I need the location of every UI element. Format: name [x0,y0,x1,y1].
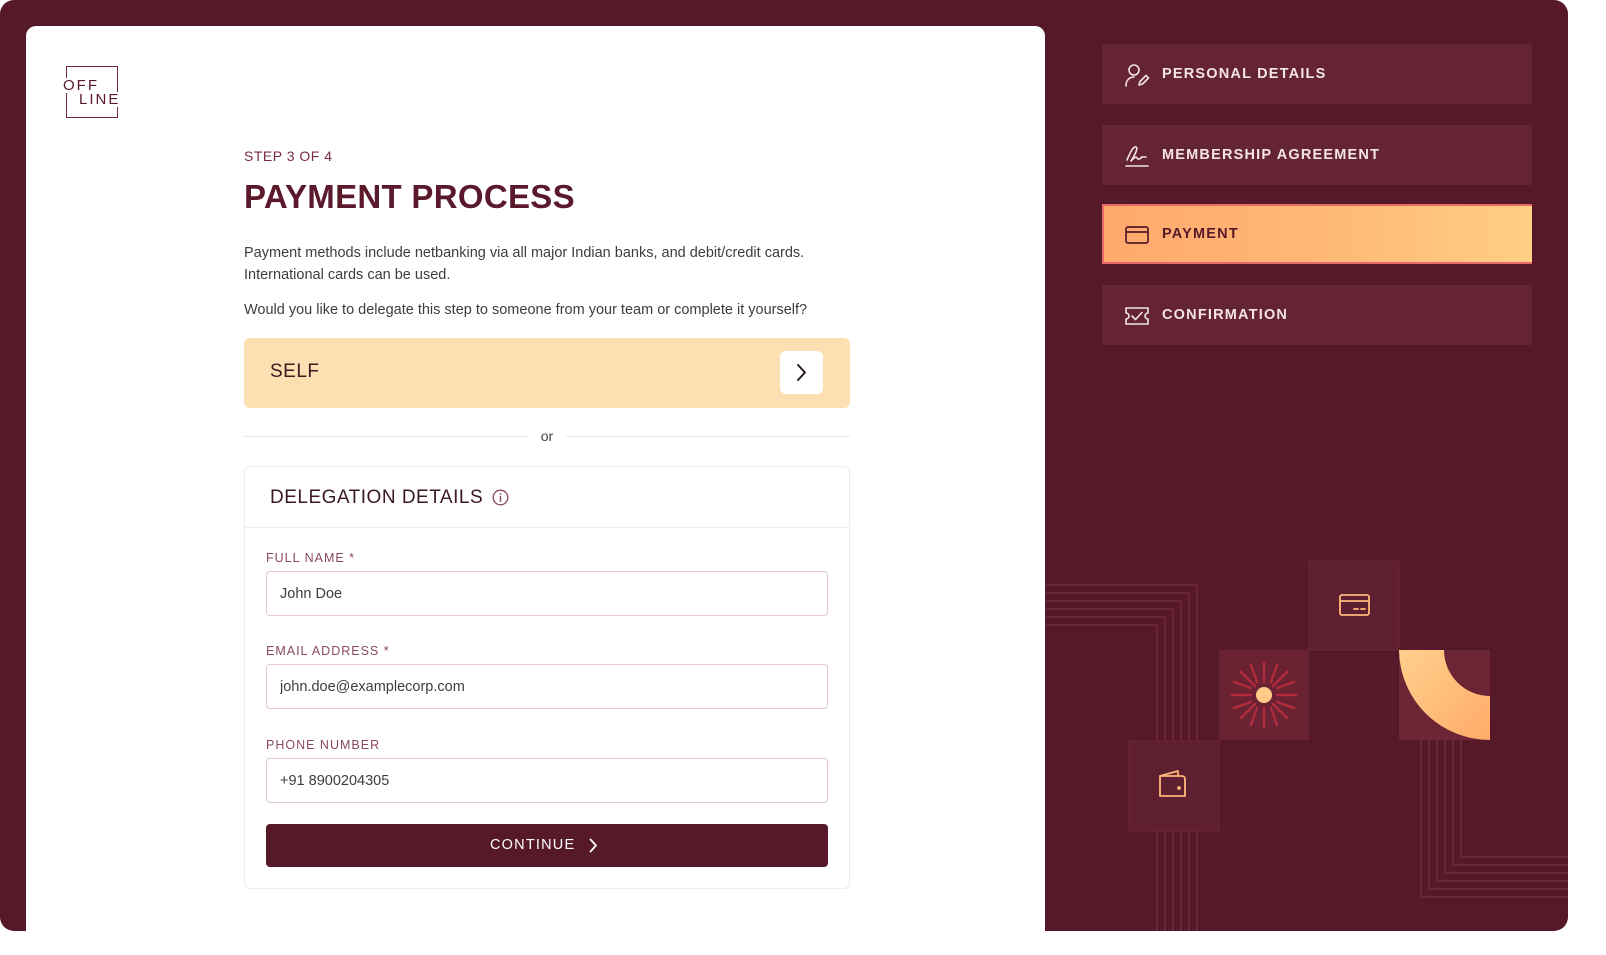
app-background: OFF LINE STEP 3 OF 4 PAYMENT PROCESS Pay… [0,0,1568,931]
logo-text-bottom: LINE [78,91,122,108]
delegation-form: DELEGATION DETAILS FULL NAME * EMAIL ADD… [244,466,850,889]
step-label: CONFIRMATION [1162,307,1289,323]
step-personal-details[interactable]: PERSONAL DETAILS [1102,44,1532,104]
signature-icon [1124,143,1150,169]
step-label: PAYMENT [1162,226,1239,242]
info-icon[interactable] [492,489,509,511]
page-title: PAYMENT PROCESS [244,178,575,215]
phone-label: PHONE NUMBER [266,738,381,752]
delegation-question: Would you like to delegate this step to … [244,302,808,318]
user-edit-icon [1124,62,1150,88]
payment-description: Payment methods include netbanking via a… [244,245,805,283]
step-label: MEMBERSHIP AGREEMENT [1162,147,1381,163]
main-panel: OFF LINE STEP 3 OF 4 PAYMENT PROCESS Pay… [26,26,1045,931]
or-divider: or [244,426,850,446]
offline-logo[interactable]: OFF LINE [62,66,126,122]
full-name-label: FULL NAME * [266,551,356,565]
step-payment[interactable]: PAYMENT [1102,204,1532,264]
continue-label: CONTINUE [490,837,576,853]
email-label: EMAIL ADDRESS * [266,644,390,658]
or-text: or [540,428,554,444]
ticket-check-icon [1124,303,1150,329]
credit-card-icon [1124,222,1150,248]
step-membership-agreement[interactable]: MEMBERSHIP AGREEMENT [1102,125,1532,185]
step-indicator: STEP 3 OF 4 [244,148,333,164]
decorative-illustration [1046,560,1568,931]
self-option-button[interactable]: SELF [244,338,850,408]
continue-button[interactable]: CONTINUE [266,824,828,867]
step-label: PERSONAL DETAILS [1162,66,1327,82]
self-option-label: SELF [270,361,320,382]
full-name-input[interactable] [266,571,828,616]
chevron-right-icon [588,838,598,857]
delegation-heading: DELEGATION DETAILS [270,487,484,508]
step-confirmation[interactable]: CONFIRMATION [1102,285,1532,345]
delegation-header: DELEGATION DETAILS [245,467,849,528]
chevron-right-icon[interactable] [780,351,823,394]
email-input[interactable] [266,664,828,709]
phone-input[interactable] [266,758,828,803]
